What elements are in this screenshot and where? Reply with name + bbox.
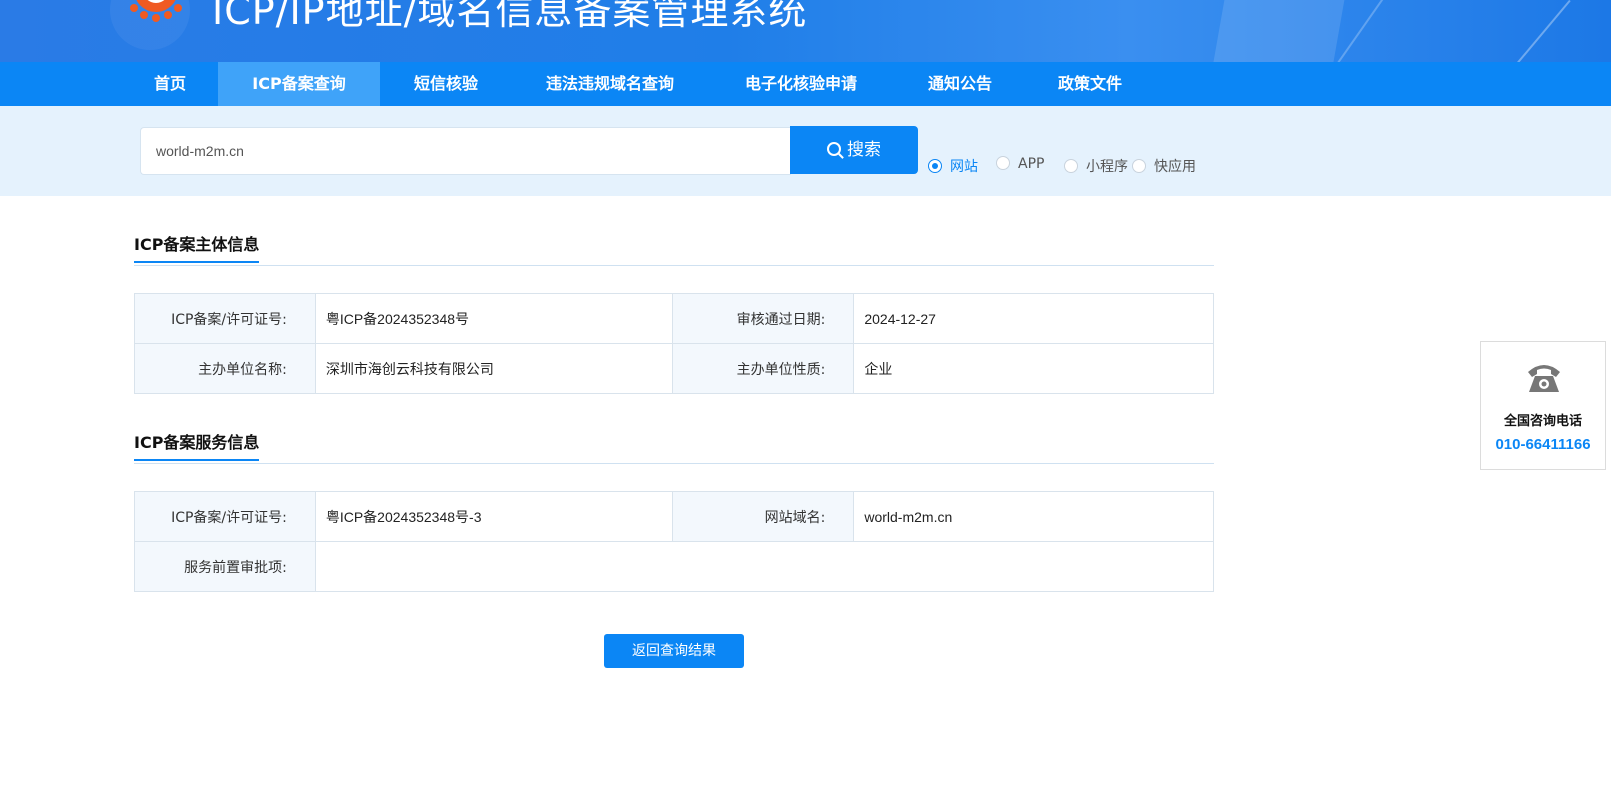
table-row: 主办单位名称: 深圳市海创云科技有限公司 主办单位性质: 企业 <box>134 343 1214 394</box>
section-divider <box>134 463 1214 464</box>
service-license-number-value: 粤ICP备2024352348号-3 <box>314 491 673 542</box>
radio-dot <box>1132 159 1146 173</box>
organizer-name-value: 深圳市海创云科技有限公司 <box>314 343 673 394</box>
return-to-results-button[interactable]: 返回查询结果 <box>604 634 744 668</box>
hotline-widget[interactable]: 全国咨询电话 010-66411166 <box>1480 341 1606 470</box>
banner-decoration <box>1337 0 1385 62</box>
search-area: 搜索 网站 APP 小程序 快应用 <box>0 106 1611 196</box>
license-number-value: 粤ICP备2024352348号 <box>314 293 673 344</box>
organizer-type-value: 企业 <box>853 343 1214 394</box>
section-title-subject-info: ICP备案主体信息 <box>134 231 260 263</box>
radio-label: 网站 <box>950 159 978 175</box>
nav-item-policy-docs[interactable]: 政策文件 <box>1042 62 1138 106</box>
section-title-service-info: ICP备案服务信息 <box>134 429 260 461</box>
field-label: ICP备案/许可证号: <box>134 293 316 344</box>
radio-app[interactable]: APP <box>996 156 1044 172</box>
nav-item-illegal-domain-query[interactable]: 违法违规域名查询 <box>526 62 694 106</box>
hotline-number: 010-66411166 <box>1495 436 1591 453</box>
section-divider <box>134 265 1214 266</box>
nav-item-sms-verify[interactable]: 短信核验 <box>396 62 496 106</box>
radio-label: APP <box>1018 156 1045 172</box>
nav-item-notices[interactable]: 通知公告 <box>912 62 1008 106</box>
nav-item-e-verify-apply[interactable]: 电子化核验申请 <box>726 62 876 106</box>
hotline-label: 全国咨询电话 <box>1503 414 1582 429</box>
field-label: 服务前置审批项: <box>134 541 316 592</box>
service-info-table: ICP备案/许可证号: 粤ICP备2024352348号-3 网站域名: wor… <box>134 491 1215 592</box>
search-icon <box>827 142 841 156</box>
approval-date-value: 2024-12-27 <box>853 293 1214 344</box>
banner-decoration <box>1212 0 1348 62</box>
telephone-icon <box>1528 365 1560 392</box>
radio-dot <box>1064 159 1078 173</box>
field-label: 网站域名: <box>671 491 855 542</box>
radio-label: 快应用 <box>1154 159 1196 175</box>
field-label: 主办单位名称: <box>134 343 316 394</box>
logo-gear-icon <box>130 0 182 22</box>
field-label: 主办单位性质: <box>671 343 855 394</box>
radio-mini-program[interactable]: 小程序 <box>1064 156 1128 176</box>
search-button[interactable]: 搜索 <box>790 126 918 174</box>
field-label: 审核通过日期: <box>671 293 855 344</box>
search-input[interactable] <box>140 127 791 175</box>
nav-item-icp-query[interactable]: ICP备案查询 <box>218 62 380 106</box>
radio-label: 小程序 <box>1086 159 1128 175</box>
radio-website[interactable]: 网站 <box>928 156 978 176</box>
table-row: 服务前置审批项: <box>134 541 1215 592</box>
radio-quick-app[interactable]: 快应用 <box>1132 156 1196 176</box>
main-nav: 首页 ICP备案查询 短信核验 违法违规域名查询 电子化核验申请 通知公告 政策… <box>0 62 1611 106</box>
pre-approval-items-value <box>314 541 1215 592</box>
header-banner: ICP/IP地址/域名信息备案管理系统 <box>0 0 1611 62</box>
radio-dot <box>928 159 942 173</box>
table-row: ICP备案/许可证号: 粤ICP备2024352348号-3 网站域名: wor… <box>134 491 1214 542</box>
radio-dot <box>996 156 1010 170</box>
table-row: ICP备案/许可证号: 粤ICP备2024352348号 审核通过日期: 202… <box>134 293 1214 344</box>
banner-decoration <box>1511 0 1571 62</box>
subject-info-table: ICP备案/许可证号: 粤ICP备2024352348号 审核通过日期: 202… <box>134 293 1214 394</box>
search-button-label: 搜索 <box>847 140 881 160</box>
nav-item-home[interactable]: 首页 <box>136 62 204 106</box>
website-domain-value: world-m2m.cn <box>853 491 1214 542</box>
field-label: ICP备案/许可证号: <box>134 491 316 542</box>
system-title: ICP/IP地址/域名信息备案管理系统 <box>212 0 808 33</box>
